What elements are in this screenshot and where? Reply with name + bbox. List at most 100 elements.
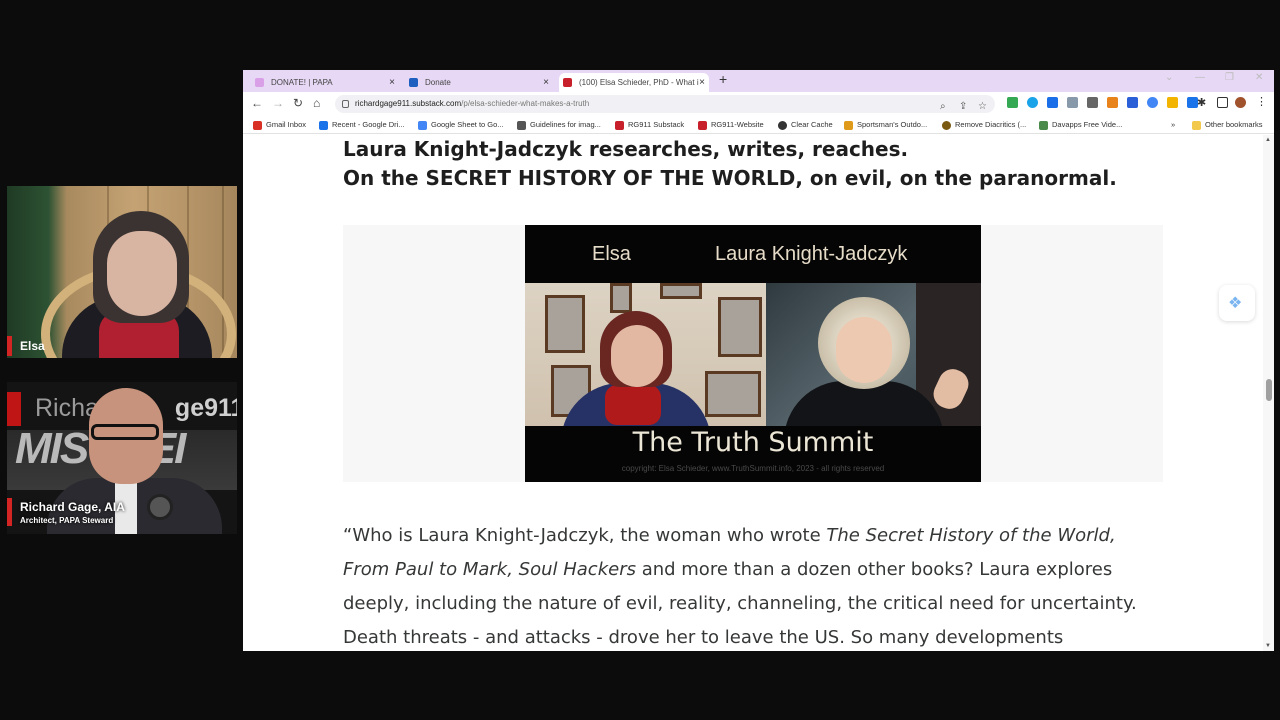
host-webcam: Richage911: MISCHEI Richard Gage, AIA Ar… xyxy=(7,382,237,534)
guest-webcam: Elsa xyxy=(7,186,237,358)
side-panel-icon[interactable] xyxy=(1217,97,1228,108)
papa-favicon-icon xyxy=(255,78,264,87)
article-body: “Who is Laura Knight-Jadczyk, the woman … xyxy=(343,519,1173,651)
body-line-4: Death threats - and attacks - drove her … xyxy=(343,627,1064,648)
tab-search-icon[interactable]: ⌄ xyxy=(1165,72,1173,83)
thumbnail-face-right xyxy=(836,317,892,383)
body-line-2: From Paul to Mark, Soul Hackers and more… xyxy=(343,559,1113,580)
bookmark-google-sheet[interactable]: Google Sheet to Go... xyxy=(418,119,504,131)
scroll-up-icon[interactable]: ▲ xyxy=(1265,137,1271,143)
scrollbar-thumb[interactable] xyxy=(1266,379,1272,401)
more-bookmarks-button[interactable]: » xyxy=(1171,119,1175,131)
thumbnail-name-left: Elsa xyxy=(592,243,631,265)
body-line-3: deeply, including the nature of evil, re… xyxy=(343,593,1137,614)
home-icon[interactable]: ⌂ xyxy=(313,96,320,110)
dropbox-button[interactable]: ❖ xyxy=(1219,285,1255,321)
thumbnail-left-frame xyxy=(525,283,766,426)
scroll-down-icon[interactable]: ▼ xyxy=(1265,643,1271,649)
rg911-icon xyxy=(698,121,707,130)
tab-label: Donate xyxy=(425,78,451,87)
microphone-icon xyxy=(147,494,173,520)
bookmark-remove-diacritics[interactable]: Remove Diacritics (... xyxy=(942,119,1026,131)
extension-icon[interactable] xyxy=(1127,97,1138,108)
close-window-icon[interactable]: ✕ xyxy=(1255,72,1263,83)
body-line-1: “Who is Laura Knight-Jadczyk, the woman … xyxy=(343,525,1116,546)
video-thumbnail[interactable]: Elsa Laura Knight-Jadczyk The Truth Summ… xyxy=(525,225,981,482)
host-role: Architect, PAPA Steward xyxy=(20,516,114,525)
bookmark-star-icon[interactable]: ☆ xyxy=(978,98,987,116)
menu-kebab-icon[interactable]: ⋮ xyxy=(1256,95,1267,108)
guest-name-tag: Elsa xyxy=(7,336,53,356)
metamask-extension-icon[interactable] xyxy=(1107,97,1118,108)
sheet-icon xyxy=(418,121,427,130)
thumbnail-name-right: Laura Knight-Jadczyk xyxy=(715,243,908,265)
back-arrow-icon[interactable]: ← xyxy=(251,96,263,110)
browser-toolbar: ← → ↻ ⌂ richardgage911.substack.com/p/el… xyxy=(243,92,1274,116)
extension-icon[interactable] xyxy=(1047,97,1058,108)
bookmark-gmail-inbox[interactable]: Gmail Inbox xyxy=(253,119,306,131)
browser-window: DONATE! | PAPA × Donate × (100) Elsa Sch… xyxy=(243,70,1274,651)
folder-icon xyxy=(1192,121,1201,130)
gmail-icon xyxy=(253,121,262,130)
other-bookmarks-folder[interactable]: Other bookmarks xyxy=(1192,119,1263,131)
tab-label: DONATE! | PAPA xyxy=(271,78,333,87)
screen: Elsa Richage911: MISCHEI Richard Gage, A… xyxy=(0,0,1280,720)
host-name-tag: Richard Gage, AIA Architect, PAPA Stewar… xyxy=(7,498,133,526)
url-path: /p/elsa-schieder-what-makes-a-truth xyxy=(461,99,590,108)
article-image-container: Elsa Laura Knight-Jadczyk The Truth Summ… xyxy=(343,225,1163,482)
tab-label: (100) Elsa Schieder, PhD - What i xyxy=(579,78,699,87)
close-tab-icon[interactable]: × xyxy=(543,73,549,92)
forward-arrow-icon[interactable]: → xyxy=(272,96,284,110)
drive-extension-icon[interactable] xyxy=(1007,97,1018,108)
thumbnail-face-left xyxy=(611,325,663,387)
page-content: Laura Knight-Jadczyk researches, writes,… xyxy=(243,135,1263,651)
diacritics-icon xyxy=(942,121,951,130)
substack-favicon-icon xyxy=(563,78,572,87)
tab-elsa-schieder[interactable]: (100) Elsa Schieder, PhD - What i × xyxy=(559,73,709,92)
minimize-icon[interactable]: — xyxy=(1195,72,1205,83)
tab-strip: DONATE! | PAPA × Donate × (100) Elsa Sch… xyxy=(243,70,1274,92)
zoom-icon[interactable]: ⌕ xyxy=(940,98,946,116)
guest-face xyxy=(107,231,177,316)
tab-donate[interactable]: Donate × xyxy=(405,73,553,92)
thumbnail-title: The Truth Summit xyxy=(632,427,874,458)
bookmark-rg911-substack[interactable]: RG911 Substack xyxy=(615,119,684,131)
article-headline-line-1: Laura Knight-Jadczyk researches, writes,… xyxy=(343,137,909,161)
google-extension-icon[interactable] xyxy=(1147,97,1158,108)
substack-icon xyxy=(615,121,624,130)
thumbnail-copyright: copyright: Elsa Schieder, www.TruthSummi… xyxy=(621,464,885,473)
close-tab-icon[interactable]: × xyxy=(699,73,705,92)
article-headline-line-2: On the SECRET HISTORY OF THE WORLD, on e… xyxy=(343,166,1117,190)
new-tab-button[interactable]: + xyxy=(719,71,727,87)
host-name: Richard Gage, AIA xyxy=(20,500,125,514)
bookmark-google-drive[interactable]: Recent - Google Dri... xyxy=(319,119,405,131)
bookmark-sportsmans[interactable]: Sportsman's Outdo... xyxy=(844,119,927,131)
extension-icon[interactable] xyxy=(1067,97,1078,108)
gear-icon xyxy=(778,121,787,130)
address-bar[interactable]: richardgage911.substack.com/p/elsa-schie… xyxy=(335,95,995,113)
dropbox-icon: ❖ xyxy=(1228,295,1243,312)
thumbnail-right-frame xyxy=(766,283,981,426)
paypal-favicon-icon xyxy=(409,78,418,87)
lock-icon xyxy=(342,100,349,108)
share-icon[interactable]: ⇪ xyxy=(959,98,967,116)
extension-icon[interactable] xyxy=(1087,97,1098,108)
bookmark-guidelines[interactable]: Guidelines for imag... xyxy=(517,119,601,131)
extension-icon[interactable] xyxy=(1027,97,1038,108)
tab-donate-papa[interactable]: DONATE! | PAPA × xyxy=(251,73,399,92)
sportsman-icon xyxy=(844,121,853,130)
bookmark-rg911-website[interactable]: RG911-Website xyxy=(698,119,764,131)
restore-icon[interactable]: ❐ xyxy=(1225,72,1234,83)
bookmark-clear-cache[interactable]: Clear Cache xyxy=(778,119,833,131)
page-scrollbar[interactable]: ▲ ▼ xyxy=(1263,135,1274,651)
bookmark-davapps[interactable]: Davapps Free Vide... xyxy=(1039,119,1122,131)
close-tab-icon[interactable]: × xyxy=(389,73,395,92)
reload-icon[interactable]: ↻ xyxy=(293,96,303,110)
extensions-puzzle-icon[interactable]: ✱ xyxy=(1197,96,1208,109)
bookmarks-bar: Gmail Inbox Recent - Google Dri... Googl… xyxy=(243,116,1274,134)
extension-icon[interactable] xyxy=(1167,97,1178,108)
drive-icon xyxy=(319,121,328,130)
profile-avatar[interactable] xyxy=(1235,97,1246,108)
davapps-icon xyxy=(1039,121,1048,130)
url-host: richardgage911.substack.com xyxy=(355,99,462,108)
